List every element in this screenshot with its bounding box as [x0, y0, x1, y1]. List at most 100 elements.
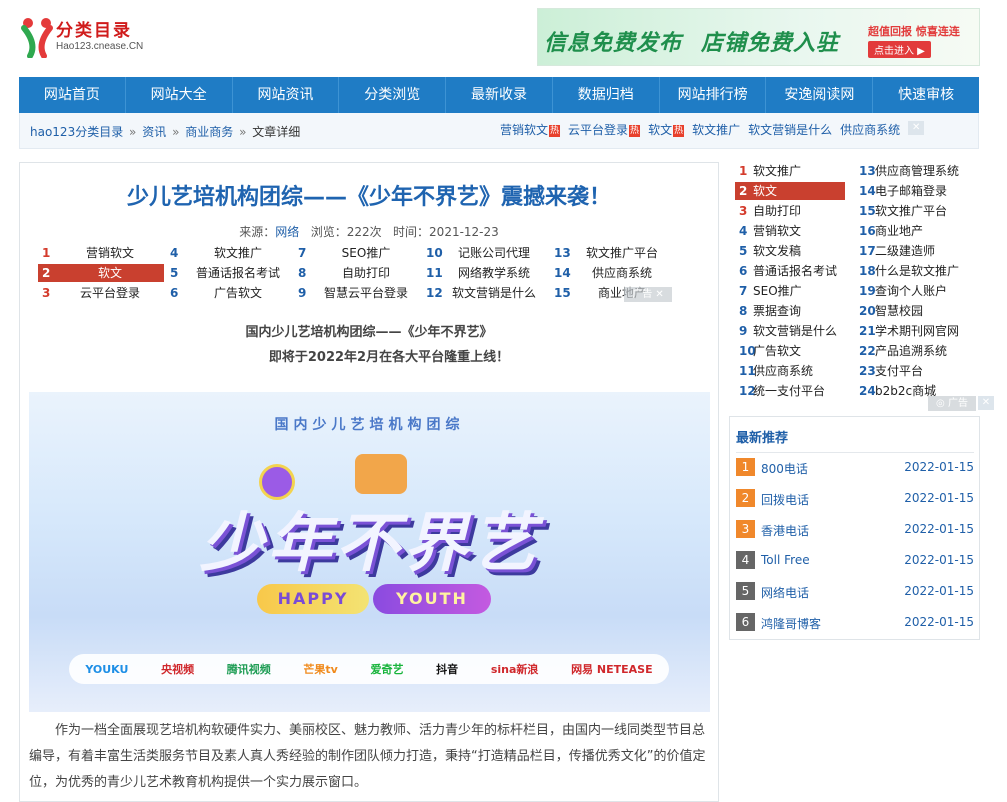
hot-keyword-link[interactable]: 软文推广 [692, 121, 740, 138]
sidebar-keyword[interactable]: 21学术期刊网官网 [859, 322, 969, 340]
keyword-link[interactable]: 6 广告软文 [166, 284, 292, 302]
poster-youth-pill: YOUTH [373, 584, 491, 614]
sidebar-keyword[interactable]: 3 自助打印 [735, 202, 845, 220]
sidebar-keyword[interactable]: 22产品追溯系统 [859, 342, 969, 360]
sidebar-keyword-num: 10 [739, 344, 756, 358]
sidebar-keyword[interactable]: 11供应商系统 [735, 362, 845, 380]
sidebar-keyword[interactable]: 1 软文推广 [735, 162, 845, 180]
keyword-text: 网络教学系统 [457, 266, 530, 280]
article-meta: 来源：网络 浏览：222次 时间：2021-12-23 [20, 223, 718, 240]
hot-keyword-link[interactable]: 云平台登录热 [568, 121, 641, 138]
keyword-link[interactable]: 1 营销软文 [38, 244, 164, 262]
recommend-date: 2022-01-15 [904, 522, 974, 536]
keyword-num: 3 [42, 286, 51, 300]
keyword-link[interactable]: 13 软文推广平台 [550, 244, 676, 262]
keyword-link[interactable]: 14 供应商系统 [550, 264, 676, 282]
sidebar-keyword[interactable]: 6 普通话报名考试 [735, 262, 845, 280]
banner-ad[interactable]: 信息免费发布 店铺免费入驻 超值回报 惊喜连连 点击进入 ▶ [537, 8, 980, 66]
breadcrumb-news[interactable]: 资讯 [142, 125, 166, 139]
sidebar-keyword-num: 14 [859, 184, 876, 198]
sidebar-keyword[interactable]: 18什么是软文推广 [859, 262, 969, 280]
ad-close-icon[interactable]: ✕ [655, 289, 663, 300]
sidebar-keyword[interactable]: 14电子邮箱登录 [859, 182, 969, 200]
sidebar-keyword[interactable]: 4 营销软文 [735, 222, 845, 240]
keyword-link[interactable]: 11 网络教学系统 [422, 264, 548, 282]
sidebar-keyword-text: 供应商系统 [753, 364, 814, 378]
nav-item-home[interactable]: 网站首页 [19, 77, 126, 113]
sidebar-keyword[interactable]: 15软文推广平台 [859, 202, 969, 220]
keyword-link[interactable]: 8 自助打印 [294, 264, 420, 282]
nav-item-archive[interactable]: 数据归档 [553, 77, 660, 113]
keyword-text: 记账公司代理 [457, 246, 530, 260]
sidebar-keyword[interactable]: 17二级建造师 [859, 242, 969, 260]
sidebar-keyword-text: 什么是软文推广 [875, 264, 960, 278]
breadcrumb-home[interactable]: hao123分类目录 [30, 125, 123, 139]
recommend-date: 2022-01-15 [904, 584, 974, 598]
nav-item-latest[interactable]: 最新收录 [446, 77, 553, 113]
breadcrumb: hao123分类目录 » 资讯 » 商业商务 » 文章详细 [30, 123, 300, 140]
nav-item-ranking[interactable]: 网站排行榜 [660, 77, 767, 113]
hot-keyword-link[interactable]: 供应商系统 [840, 121, 900, 138]
sidebar-keyword[interactable]: 12统一支付平台 [735, 382, 845, 400]
sidebar-keyword[interactable]: 19查询个人账户 [859, 282, 969, 300]
recommend-rank: 5 [736, 582, 755, 600]
sidebar-keyword-active[interactable]: 2 软文 [735, 182, 845, 200]
sidebar-keyword-num: 8 [739, 304, 748, 318]
nav-item-news[interactable]: 网站资讯 [233, 77, 340, 113]
keyword-link[interactable]: 4 软文推广 [166, 244, 292, 262]
recommend-item[interactable]: 6 鸿隆哥博客 2022-01-15 [736, 613, 974, 633]
ad-label: ◎ 广告 [928, 396, 976, 411]
banner-cta-button[interactable]: 点击进入 ▶ [868, 41, 931, 58]
keyword-link[interactable]: 3 云平台登录 [38, 284, 164, 302]
hot-keyword-link[interactable]: 营销软文热 [500, 121, 561, 138]
hot-keyword-link[interactable]: 软文热 [648, 121, 685, 138]
sidebar-keyword[interactable]: 13供应商管理系统 [859, 162, 969, 180]
recommend-item[interactable]: 3 香港电话 2022-01-15 [736, 520, 974, 540]
hot-keywords: 营销软文热 云平台登录热 软文热 软文推广 软文营销是什么 供应商系统 ✕ [500, 121, 925, 138]
recommend-name: 回拨电话 [761, 493, 810, 507]
breadcrumb-separator: » [239, 125, 247, 139]
keyword-link[interactable]: 5 普通话报名考试 [166, 264, 292, 282]
breadcrumb-bar: hao123分类目录 » 资讯 » 商业商务 » 文章详细 营销软文热 云平台登… [19, 113, 979, 149]
article-poster-image: 国内少儿艺培机构团综 少年不界艺 HAPPY YOUTH YOUKU 央视频 腾… [29, 392, 710, 712]
recommend-item[interactable]: 1 800电话 2022-01-15 [736, 458, 974, 478]
keyword-link[interactable]: 12 软文营销是什么 [422, 284, 548, 302]
sidebar-keyword-text: 软文推广 [753, 164, 802, 178]
nav-item-reading[interactable]: 安逸阅读网 [766, 77, 874, 113]
keyword-num: 6 [170, 286, 179, 300]
sidebar-keyword[interactable]: 8 票据查询 [735, 302, 845, 320]
ad-close-icon[interactable]: ✕ [978, 396, 994, 410]
ad-close-icon[interactable]: ✕ [908, 121, 925, 135]
sidebar-keyword[interactable]: 10广告软文 [735, 342, 845, 360]
breadcrumb-category[interactable]: 商业商务 [185, 125, 233, 139]
keyword-link-active[interactable]: 2 软文 [38, 264, 164, 282]
keyword-link[interactable]: 10 记账公司代理 [422, 244, 548, 262]
nav-item-categories[interactable]: 分类浏览 [339, 77, 447, 113]
recommend-name: Toll Free [761, 553, 810, 567]
nav-item-quick-review[interactable]: 快速审核 [873, 77, 979, 113]
sidebar-keyword-text: 供应商管理系统 [875, 164, 960, 178]
recommend-item[interactable]: 2 回拨电话 2022-01-15 [736, 489, 974, 509]
keyword-num: 1 [42, 246, 51, 260]
keyword-link[interactable]: 9 智慧云平台登录 [294, 284, 420, 302]
recommend-item[interactable]: 4 Toll Free 2022-01-15 [736, 551, 974, 571]
hot-keyword-link[interactable]: 软文营销是什么 [748, 121, 832, 138]
sidebar-keyword[interactable]: 23支付平台 [859, 362, 969, 380]
sidebar-keyword[interactable]: 9 软文营销是什么 [735, 322, 845, 340]
hot-keyword-label: 软文 [648, 123, 673, 137]
banner-cta[interactable]: 超值回报 惊喜连连 点击进入 ▶ [868, 23, 976, 58]
meta-source-link[interactable]: 网络 [275, 225, 299, 239]
nav-item-directory[interactable]: 网站大全 [126, 77, 233, 113]
sidebar-keyword[interactable]: 5 软文发稿 [735, 242, 845, 260]
site-logo[interactable]: 分类目录 Hao123.cnease.CN [18, 12, 148, 62]
sidebar-keyword[interactable]: 7 SEO推广 [735, 282, 845, 300]
sidebar-keyword-num: 7 [739, 284, 748, 298]
sidebar-keyword-text: 营销软文 [753, 224, 802, 238]
breadcrumb-separator: » [129, 125, 137, 139]
keyword-link[interactable]: 7 SEO推广 [294, 244, 420, 262]
sidebar-keyword-text: 产品追溯系统 [875, 344, 948, 358]
hot-keyword-label: 软文营销是什么 [748, 123, 833, 137]
recommend-item[interactable]: 5 网络电话 2022-01-15 [736, 582, 974, 602]
sidebar-keyword[interactable]: 16商业地产 [859, 222, 969, 240]
sidebar-keyword[interactable]: 20智慧校园 [859, 302, 969, 320]
